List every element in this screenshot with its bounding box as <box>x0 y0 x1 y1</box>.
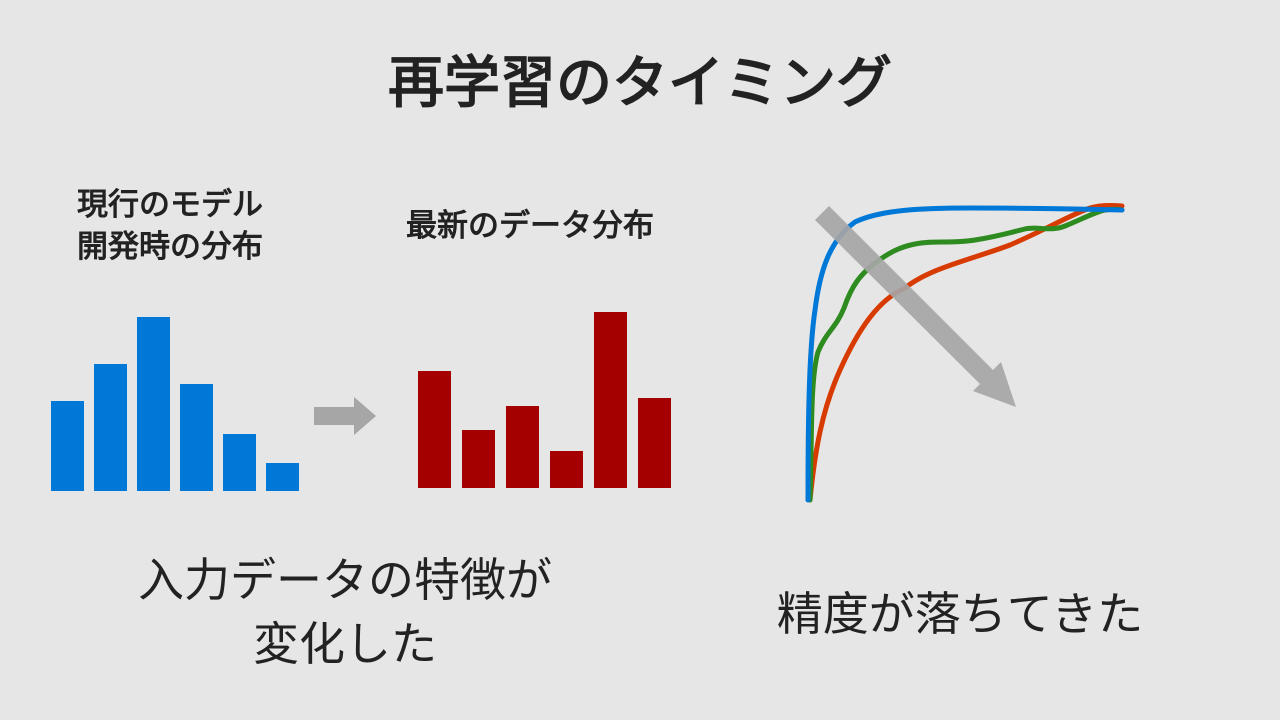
current-distribution-bar-1 <box>51 401 84 491</box>
latest-distribution-bar-5 <box>594 312 627 488</box>
input-change-line2: 変化した <box>253 617 437 671</box>
input-change-line1: 入力データの特徴が <box>138 553 552 607</box>
current-distribution-bar-2 <box>94 364 127 491</box>
current-distribution-bar-3 <box>137 317 170 491</box>
right-arrow-icon <box>314 397 376 435</box>
current-distribution-bar-6 <box>266 463 299 491</box>
latest-distribution-histogram <box>418 312 671 488</box>
current-distribution-bar-5 <box>223 434 256 491</box>
input-feature-change-caption: 入力データの特徴が 変化した <box>110 548 580 676</box>
current-distribution-histogram <box>51 317 299 491</box>
transition-arrow <box>314 397 376 435</box>
accuracy-drop-caption: 精度が落ちてきた <box>776 587 1144 641</box>
current-distribution-bar-4 <box>180 384 213 491</box>
latest-distribution-bar-2 <box>462 430 495 488</box>
latest-distribution-bar-6 <box>638 398 671 488</box>
latest-distribution-bar-1 <box>418 371 451 488</box>
latest-distribution-bar-4 <box>550 451 583 488</box>
latest-distribution-bar-3 <box>506 406 539 488</box>
